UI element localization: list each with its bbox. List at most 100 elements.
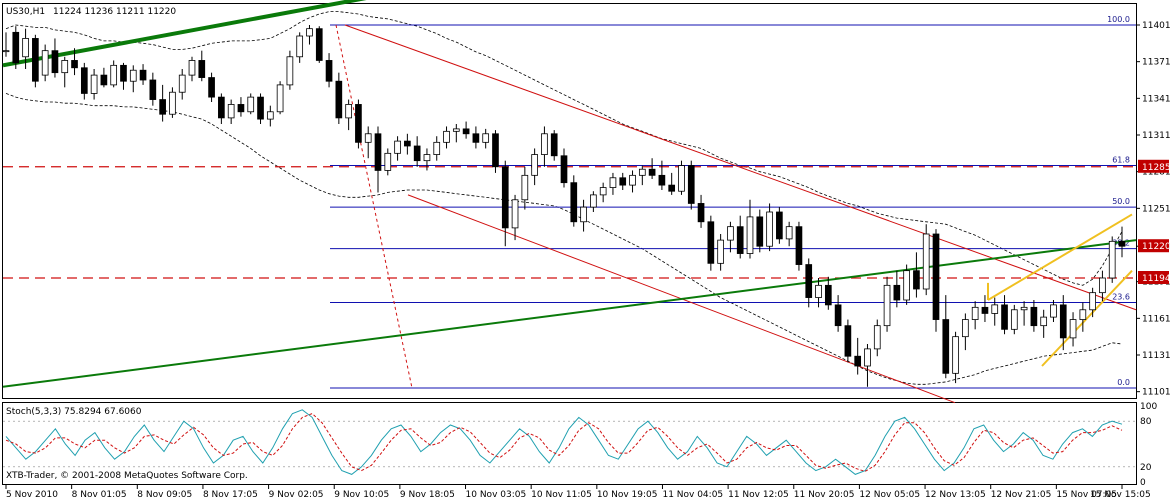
candle-body (648, 168, 656, 176)
candle-body (971, 306, 979, 320)
candle-body (1108, 240, 1116, 279)
candle-body (335, 80, 343, 119)
candle-body (472, 133, 480, 143)
candle-body (707, 221, 715, 264)
candle-body (736, 226, 744, 254)
stoch-label: Stoch(5,3,3) 75.8294 67.6060 (6, 407, 142, 417)
candle-body (501, 166, 509, 229)
candle-body (942, 319, 950, 374)
candle-body (149, 79, 157, 100)
candle-body (776, 211, 783, 240)
candle-body (550, 133, 558, 157)
fib-level-label: 23.6 (1112, 292, 1130, 301)
time-tick-label: 11 Nov 12:05 (728, 490, 789, 500)
candle-body (384, 152, 392, 171)
candle-body (325, 60, 333, 82)
candle-body (991, 304, 999, 314)
candle-body (227, 104, 235, 119)
candle-body (41, 50, 49, 76)
candle-body (492, 133, 499, 168)
candle-body (883, 284, 891, 327)
candle-body (766, 211, 773, 247)
header-ohlc: 11224 11236 11211 11220 (53, 7, 176, 17)
candle-body (570, 182, 578, 223)
candle-body (1089, 292, 1096, 311)
candle-body (1040, 316, 1048, 327)
price-tick-label: 11371 (1142, 58, 1171, 68)
price-tick-label: 11341 (1142, 94, 1171, 104)
candle-body (717, 239, 724, 264)
candle-body (257, 96, 264, 120)
candle-body (795, 226, 803, 265)
time-tick-label: 9 Nov 18:05 (400, 490, 455, 500)
price-tag-label: 11285 (1142, 163, 1171, 173)
candle-body (815, 284, 822, 298)
candle-body (12, 31, 20, 64)
time-tick-label: 11 Nov 20:05 (794, 490, 855, 500)
candle-body (188, 60, 196, 76)
candle-body (560, 155, 568, 184)
candle-body (932, 233, 940, 320)
candle-body (404, 140, 411, 147)
candle-body (1118, 240, 1126, 247)
candle-body (286, 56, 294, 86)
time-tick-label: 8 Nov 09:05 (137, 490, 192, 500)
candle-body (854, 355, 862, 367)
price-tick-label: 11161 (1142, 314, 1171, 324)
time-tick-label: 11 Nov 04:05 (662, 490, 723, 500)
candle-body (590, 194, 597, 208)
trading-chart: 100.061.850.038.223.60.0 10080200 114011… (0, 0, 1171, 500)
time-tick-label: 12 Nov 05:05 (859, 490, 920, 500)
candle-body (785, 226, 793, 240)
time-tick-label: 12 Nov 13:05 (925, 490, 986, 500)
candle-body (139, 69, 147, 81)
candle-body (452, 128, 460, 132)
price-tick-label: 11401 (1142, 21, 1171, 31)
candle-body (521, 174, 529, 201)
candle-body (51, 50, 59, 74)
candle-body (482, 133, 490, 143)
stoch-tick-label: 100 (1140, 402, 1157, 412)
candle-body (981, 306, 989, 314)
price-tick-label: 11131 (1142, 351, 1171, 361)
price-tag-label: 11220 (1142, 242, 1171, 252)
candle-body (22, 38, 29, 58)
candle-body (609, 177, 617, 188)
candle-body (922, 233, 930, 290)
candle-body (697, 203, 705, 223)
candle-body (727, 226, 734, 241)
candle-body (511, 199, 519, 229)
candle-body (629, 174, 636, 186)
candle-body (100, 74, 108, 86)
candle-body (159, 99, 166, 115)
candle-body (2, 50, 10, 53)
candle-body (1030, 306, 1038, 327)
time-tick-label: 8 Nov 01:05 (72, 490, 127, 500)
candle-body (687, 165, 695, 204)
candle-body (61, 60, 69, 74)
candle-body (237, 104, 245, 113)
time-tick-label: 5 Nov 2010 (6, 490, 58, 500)
candle-body (1020, 306, 1028, 311)
candle-body (32, 38, 39, 82)
candle-body (952, 336, 959, 374)
stoch-tick-label: 80 (1140, 417, 1152, 427)
candle-body (893, 284, 901, 301)
candle-body (1050, 304, 1057, 318)
time-tick-label: 12 Nov 21:05 (991, 490, 1052, 500)
candle-body (374, 133, 382, 171)
candle-body (169, 91, 176, 115)
candle-body (962, 319, 969, 338)
stoch-tick-label: 20 (1140, 463, 1152, 473)
candle-body (658, 174, 666, 186)
candle-body (208, 77, 215, 98)
candle-body (247, 96, 255, 113)
candle-body (266, 111, 274, 120)
fib-level-label: 50.0 (1112, 197, 1130, 206)
candle-body (678, 165, 685, 192)
candle-body (276, 84, 284, 113)
candle-body (178, 74, 186, 93)
candle-body (668, 184, 676, 192)
candle-body (541, 133, 548, 155)
stoch-tick-label: 0 (1140, 478, 1146, 488)
